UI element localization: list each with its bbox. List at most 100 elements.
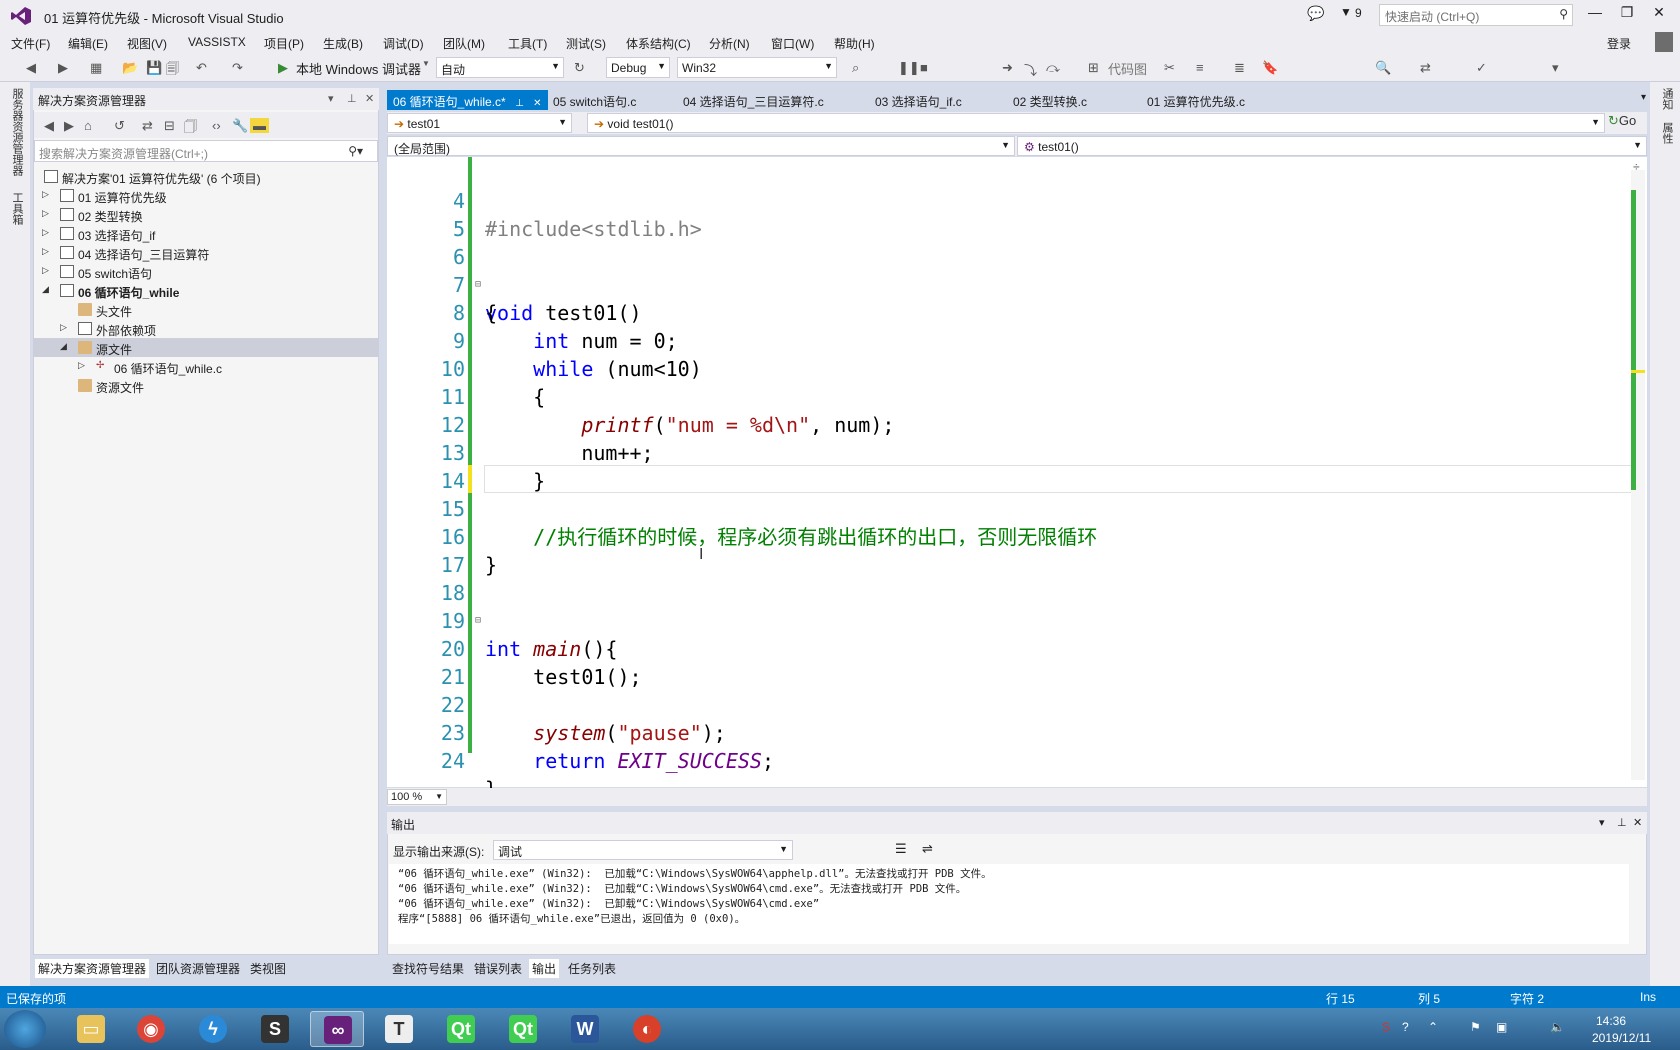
tab-find-symbol-results[interactable]: 查找符号结果 <box>389 959 467 978</box>
menu-team[interactable]: 团队(M) <box>443 35 485 52</box>
va-find-icon[interactable]: 🔍 <box>1375 60 1391 76</box>
show-all-files-icon[interactable]: 🗍 <box>184 118 197 140</box>
refresh-icon[interactable]: ↻ <box>574 60 585 76</box>
code-line[interactable]: 23 return EXIT_SUCCESS; <box>387 691 1627 773</box>
code-line[interactable]: 22 system("pause"); <box>387 663 1627 745</box>
taskbar-visual-studio[interactable]: ∞ <box>310 1011 364 1047</box>
speaker-icon[interactable]: 🔈 <box>1550 1020 1565 1034</box>
horizontal-scroll-bar[interactable] <box>387 788 1647 806</box>
pin-icon[interactable]: ⊥ <box>347 92 357 105</box>
global-scope-combo[interactable]: (全局范围) ▼ <box>387 136 1015 156</box>
config-debug-combo[interactable]: Debug ▼ <box>606 57 670 78</box>
taskbar-word[interactable]: W <box>558 1011 612 1047</box>
close-icon[interactable]: ✕ <box>365 92 374 105</box>
collapse-all-icon[interactable]: ⊟ <box>164 118 175 134</box>
close-icon[interactable]: ✕ <box>533 98 541 109</box>
code-line[interactable]: 16 } <box>387 495 1627 577</box>
find-icon[interactable]: ⌕ <box>852 60 859 76</box>
va-navigate-icon[interactable]: ⇄ <box>1420 60 1431 76</box>
tab-ternary-c[interactable]: 04 选择语句_三目运算符.c <box>677 90 830 110</box>
expand-arrow-icon[interactable]: ▷ <box>78 360 85 371</box>
new-project-icon[interactable]: ▦ <box>90 60 102 76</box>
member-combo[interactable]: ➔ void test01() ▼ <box>587 113 1605 133</box>
menu-file[interactable]: 文件(F) <box>11 35 50 52</box>
code-line[interactable]: 7 { <box>387 243 1627 325</box>
code-line[interactable]: 24 } <box>387 719 1627 801</box>
tab-output[interactable]: 输出 <box>529 959 560 978</box>
code-line[interactable]: 18 ⊟ int main(){ <box>387 551 1627 661</box>
taskbar-thunder[interactable]: ϟ <box>186 1011 240 1047</box>
login-link[interactable]: 登录 <box>1607 35 1631 52</box>
back-icon[interactable]: ◀ <box>44 118 54 134</box>
go-button[interactable]: ↻Go <box>1608 113 1646 133</box>
preview-icon[interactable]: ▬ <box>250 118 269 133</box>
menu-tools[interactable]: 工具(T) <box>508 35 547 52</box>
tab-switch-c[interactable]: 05 switch语句.c <box>547 90 642 110</box>
menu-build[interactable]: 生成(B) <box>323 35 363 52</box>
comment-icon[interactable]: ≣ <box>1234 60 1245 76</box>
notification-icon[interactable]: 💬 <box>1307 5 1324 22</box>
tab-task-list[interactable]: 任务列表 <box>565 959 619 978</box>
start-debug-dropdown-icon[interactable]: ▼ <box>422 59 430 68</box>
help-icon[interactable]: ? <box>1402 1020 1409 1034</box>
menu-test[interactable]: 测试(S) <box>566 35 606 52</box>
toolbar-overflow-icon[interactable]: ▾ <box>1552 60 1559 76</box>
tab-type-conv-c[interactable]: 02 类型转换.c <box>1007 90 1093 110</box>
save-all-icon[interactable]: 🗐 <box>166 60 179 82</box>
expand-arrow-icon[interactable]: ▷ <box>42 246 49 257</box>
output-source-combo[interactable]: 调试 ▼ <box>493 840 793 860</box>
toolbox-tab[interactable]: 工具箱 <box>9 192 25 225</box>
tree-item-source-file[interactable]: ▷ ✢ 06 循环语句_while.c <box>34 357 378 376</box>
view-code-icon[interactable]: ‹› <box>212 118 221 133</box>
code-line[interactable]: 10 { <box>387 327 1627 409</box>
tree-item-header-files[interactable]: 头文件 <box>34 300 378 319</box>
menu-edit[interactable]: 编辑(E) <box>68 35 108 52</box>
start-debug-icon[interactable]: ▶ <box>278 60 288 76</box>
expand-arrow-icon[interactable]: ▷ <box>42 208 49 219</box>
ime-icon[interactable]: S <box>1382 1020 1390 1034</box>
sync-icon[interactable]: ⇄ <box>142 118 153 134</box>
tree-item-resource-files[interactable]: 资源文件 <box>34 376 378 395</box>
menu-vassistx[interactable]: VASSISTX <box>188 35 246 49</box>
open-icon[interactable]: 📂 <box>122 60 138 76</box>
tab-while-c[interactable]: 06 循环语句_while.c* ⊥ ✕ <box>387 90 548 110</box>
back-icon[interactable]: ◀ <box>26 60 36 76</box>
word-wrap-icon[interactable]: ⇌ <box>922 841 933 857</box>
code-line[interactable]: 11 printf("num = %d\n", num); <box>387 355 1627 437</box>
taskbar-explorer[interactable]: ▭ <box>64 1011 118 1047</box>
pin-icon[interactable]: ⊥ <box>1617 816 1627 829</box>
code-line[interactable]: 6 ⊟ void test01() <box>387 215 1627 325</box>
code-map-button[interactable]: 代码图 <box>1108 59 1147 78</box>
menu-help[interactable]: 帮助(H) <box>834 35 875 52</box>
step-over-icon[interactable]: ⤼ <box>1046 60 1060 76</box>
tree-item-project-02[interactable]: ▷ 02 类型转换 <box>34 205 378 224</box>
menu-window[interactable]: 窗口(W) <box>771 35 814 52</box>
forward-icon[interactable]: ▶ <box>58 60 68 76</box>
close-button[interactable]: ✕ <box>1644 4 1674 21</box>
taskbar-qt-2[interactable]: Qt <box>496 1011 550 1047</box>
stop-icon[interactable]: ■ <box>920 60 928 75</box>
code-line[interactable]: 8 int num = 0; <box>387 271 1627 353</box>
tab-team-explorer[interactable]: 团队资源管理器 <box>153 959 243 978</box>
person-icon[interactable] <box>1655 32 1673 52</box>
output-text-area[interactable]: “06 循环语句_while.exe” (Win32): 已加载“C:\Wind… <box>389 864 1629 944</box>
function-combo[interactable]: ⚙ test01() ▼ <box>1017 136 1647 156</box>
tab-class-view[interactable]: 类视图 <box>247 959 289 978</box>
scope-combo[interactable]: ➔ test01 ▼ <box>387 113 572 133</box>
tab-solution-explorer[interactable]: 解决方案资源管理器 <box>35 959 150 978</box>
home-icon[interactable]: ⌂ <box>84 118 92 133</box>
taskbar-chrome[interactable]: ◉ <box>124 1011 178 1047</box>
code-line[interactable]: 9 while (num<10) <box>387 299 1627 381</box>
code-line[interactable]: 17 <box>387 523 1627 577</box>
clock-date[interactable]: 2019/12/11 <box>1592 1031 1651 1045</box>
menu-project[interactable]: 项目(P) <box>264 35 304 52</box>
network-icon[interactable]: ▣ <box>1496 1020 1507 1034</box>
tab-if-c[interactable]: 03 选择语句_if.c <box>869 90 968 110</box>
tree-item-source-files[interactable]: ◢ 源文件 <box>34 338 378 357</box>
save-icon[interactable]: 💾 <box>146 60 162 76</box>
properties-icon[interactable]: 🔧 <box>232 118 248 134</box>
tray-expand-icon[interactable]: ⌃ <box>1428 1020 1438 1034</box>
start-button[interactable] <box>4 1010 46 1048</box>
menu-analyze[interactable]: 分析(N) <box>709 35 750 52</box>
close-icon[interactable]: ✕ <box>1633 816 1642 829</box>
